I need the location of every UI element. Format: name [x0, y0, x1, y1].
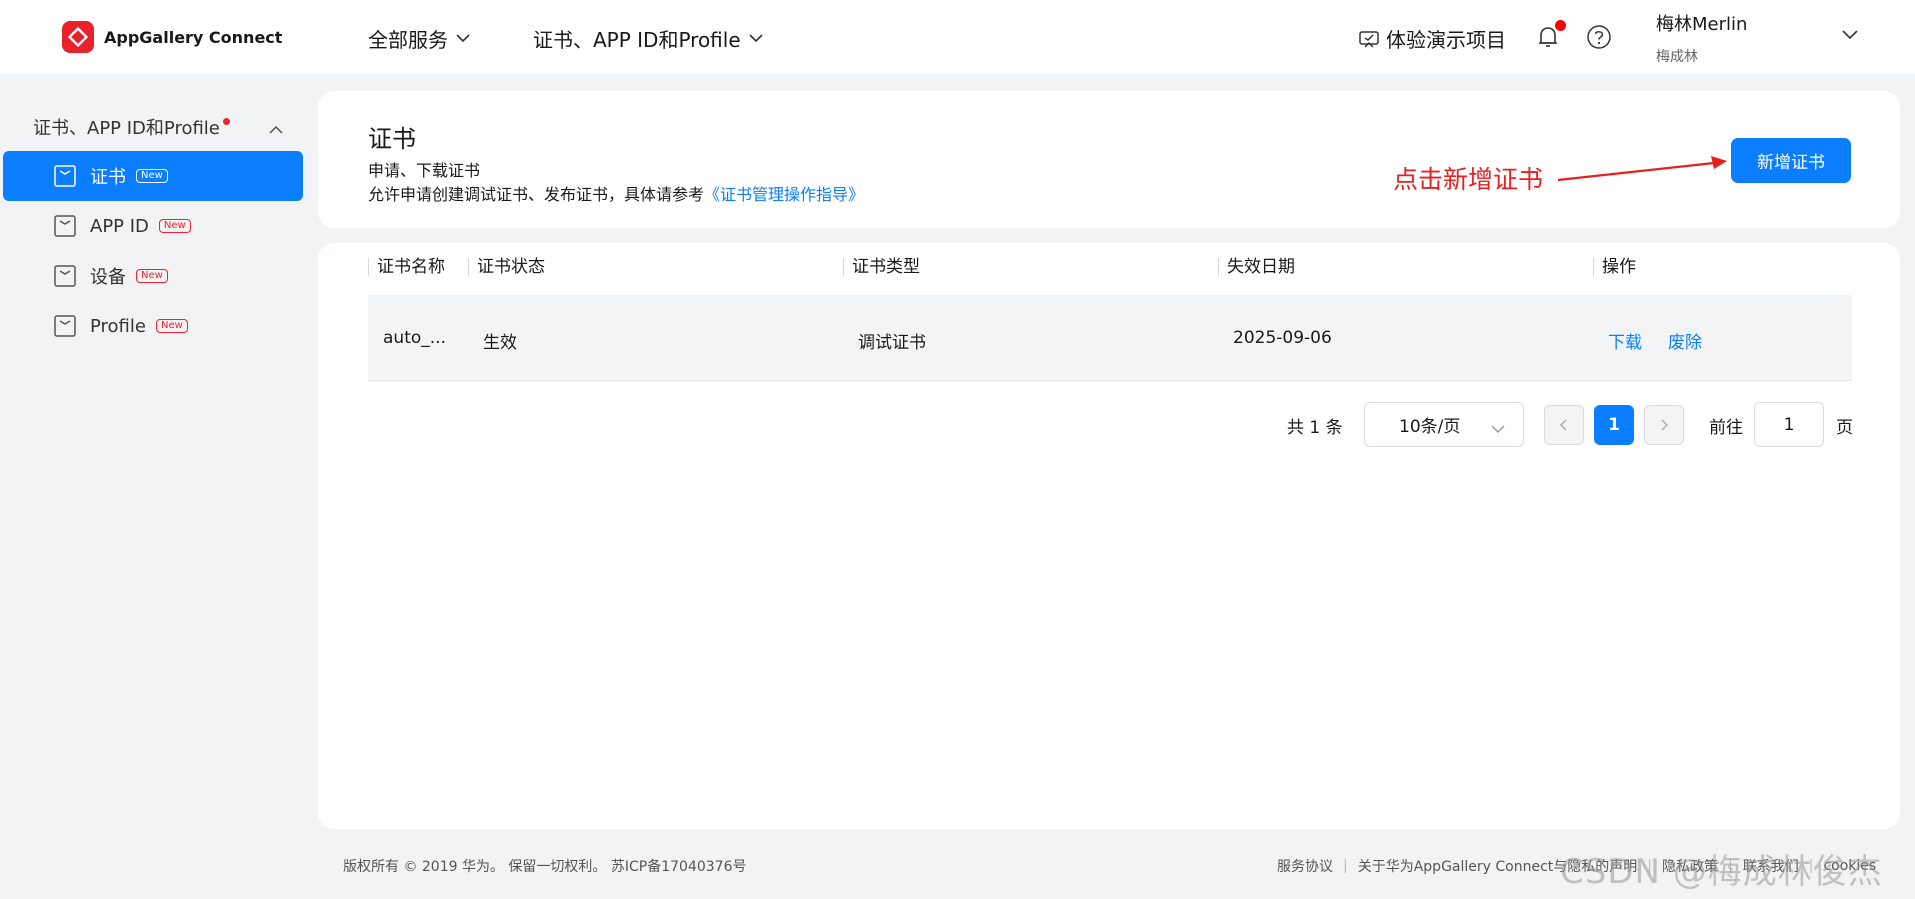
- nav-cert-appid-profile[interactable]: 证书、APP ID和Profile: [533, 24, 763, 53]
- next-page-button[interactable]: [1644, 405, 1684, 445]
- help-icon: [1587, 25, 1611, 49]
- sidebar-item-label: 设备: [90, 267, 126, 288]
- chevron-left-icon: [1560, 419, 1567, 431]
- chevron-down-icon: [1842, 30, 1858, 40]
- footer-separator: |: [1343, 858, 1348, 874]
- page-description: 申请、下载证书: [368, 161, 481, 180]
- demo-project-link[interactable]: 体验演示项目: [1358, 24, 1506, 53]
- user-name: 梅林Merlin: [1656, 14, 1748, 35]
- top-header: AppGallery Connect 全部服务 证书、APP ID和Profil…: [0, 0, 1915, 74]
- sidebar-item-app-id[interactable]: APP ID New: [3, 201, 303, 251]
- notification-dot: [1555, 20, 1566, 31]
- certificate-icon: [54, 165, 76, 187]
- cell-cert-status: 生效: [483, 333, 517, 353]
- goto-page-input[interactable]: [1754, 402, 1824, 447]
- page-description-text: 允许申请创建调试证书、发布证书，具体请参考: [368, 185, 705, 204]
- annotation-arrow-icon: [1557, 156, 1727, 182]
- cell-cert-type: 调试证书: [858, 333, 926, 353]
- column-header-action: 操作: [1593, 258, 1636, 276]
- nav-all-services-label: 全部服务: [368, 28, 448, 52]
- footer-copyright: 版权所有 © 2019 华为。 保留一切权利。 苏ICP备17040376号: [343, 859, 747, 875]
- cert-guide-link[interactable]: 《证书管理操作指导》: [704, 185, 864, 204]
- sidebar-group-label: 证书、APP ID和Profile: [33, 118, 220, 139]
- new-badge: New: [136, 169, 168, 183]
- new-badge: New: [158, 219, 191, 233]
- pagination-total: 共 1 条: [1287, 418, 1343, 438]
- nav-cert-appid-profile-label: 证书、APP ID和Profile: [533, 28, 741, 52]
- cell-cert-name: auto_...: [383, 328, 446, 348]
- appgallery-logo-icon: [62, 21, 94, 53]
- sidebar: 证书、APP ID和Profile 证书 New APP ID New 设备 N…: [0, 74, 310, 899]
- brand-logo[interactable]: AppGallery Connect: [62, 21, 282, 53]
- app-id-icon: [54, 215, 76, 237]
- user-account[interactable]: 梅林Merlin 梅成林: [1656, 10, 1747, 66]
- chevron-down-icon: [749, 34, 763, 43]
- page-number-current[interactable]: 1: [1594, 405, 1634, 445]
- nav-all-services[interactable]: 全部服务: [368, 24, 470, 53]
- profile-icon: [54, 315, 76, 337]
- brand-name: AppGallery Connect: [104, 27, 283, 47]
- sidebar-item-certificate[interactable]: 证书 New: [3, 151, 303, 201]
- footer-link-terms[interactable]: 服务协议: [1277, 856, 1333, 876]
- page-size-value: 10条/页: [1399, 417, 1461, 437]
- new-badge: New: [136, 269, 168, 283]
- prev-page-button[interactable]: [1544, 405, 1584, 445]
- revoke-link[interactable]: 废除: [1668, 328, 1702, 353]
- column-header-name: 证书名称: [368, 258, 445, 276]
- chevron-down-icon: [456, 34, 470, 43]
- download-link[interactable]: 下载: [1608, 328, 1642, 353]
- sidebar-item-label: APP ID: [90, 215, 149, 237]
- add-certificate-button[interactable]: 新增证书: [1731, 138, 1851, 183]
- notification-button[interactable]: [1536, 20, 1566, 50]
- chevron-down-icon: [1491, 419, 1505, 439]
- goto-label: 前往: [1709, 418, 1743, 438]
- column-header-type: 证书类型: [843, 258, 920, 276]
- user-menu-toggle[interactable]: [1842, 30, 1858, 40]
- sidebar-group-cert-appid-profile[interactable]: 证书、APP ID和Profile: [33, 114, 283, 140]
- sidebar-group-dot: [222, 117, 230, 125]
- help-button[interactable]: [1586, 24, 1612, 50]
- page-size-select[interactable]: 10条/页: [1364, 402, 1524, 447]
- column-header-status: 证书状态: [468, 258, 545, 276]
- device-icon: [54, 265, 76, 287]
- goto-unit: 页: [1836, 418, 1853, 438]
- page-description-detail: 允许申请创建调试证书、发布证书，具体请参考《证书管理操作指导》: [368, 181, 864, 205]
- page-title: 证书: [368, 125, 416, 153]
- sidebar-item-profile[interactable]: Profile New: [3, 301, 303, 351]
- sidebar-item-device[interactable]: 设备 New: [3, 251, 303, 301]
- sidebar-item-label: 证书: [90, 167, 126, 188]
- column-header-expiry: 失效日期: [1218, 258, 1295, 276]
- demo-project-icon: [1359, 30, 1379, 48]
- certificate-table-card: 证书名称 证书状态 证书类型 失效日期 操作 auto_... 生效 调试证书 …: [318, 243, 1900, 829]
- watermark: CSDN @梅成林俊杰: [1560, 852, 1883, 892]
- table-row: auto_... 生效 调试证书 2025-09-06 下载 废除: [368, 295, 1852, 381]
- table-header: 证书名称 证书状态 证书类型 失效日期 操作: [368, 243, 1852, 295]
- cell-cert-expiry: 2025-09-06: [1233, 328, 1332, 348]
- new-badge: New: [155, 319, 188, 333]
- sidebar-item-label: Profile: [90, 315, 146, 337]
- annotation-text: 点击新增证书: [1393, 165, 1544, 194]
- demo-project-label: 体验演示项目: [1386, 28, 1506, 52]
- chevron-right-icon: [1661, 419, 1668, 431]
- user-subname: 梅成林: [1656, 49, 1698, 65]
- chevron-up-icon: [269, 118, 283, 139]
